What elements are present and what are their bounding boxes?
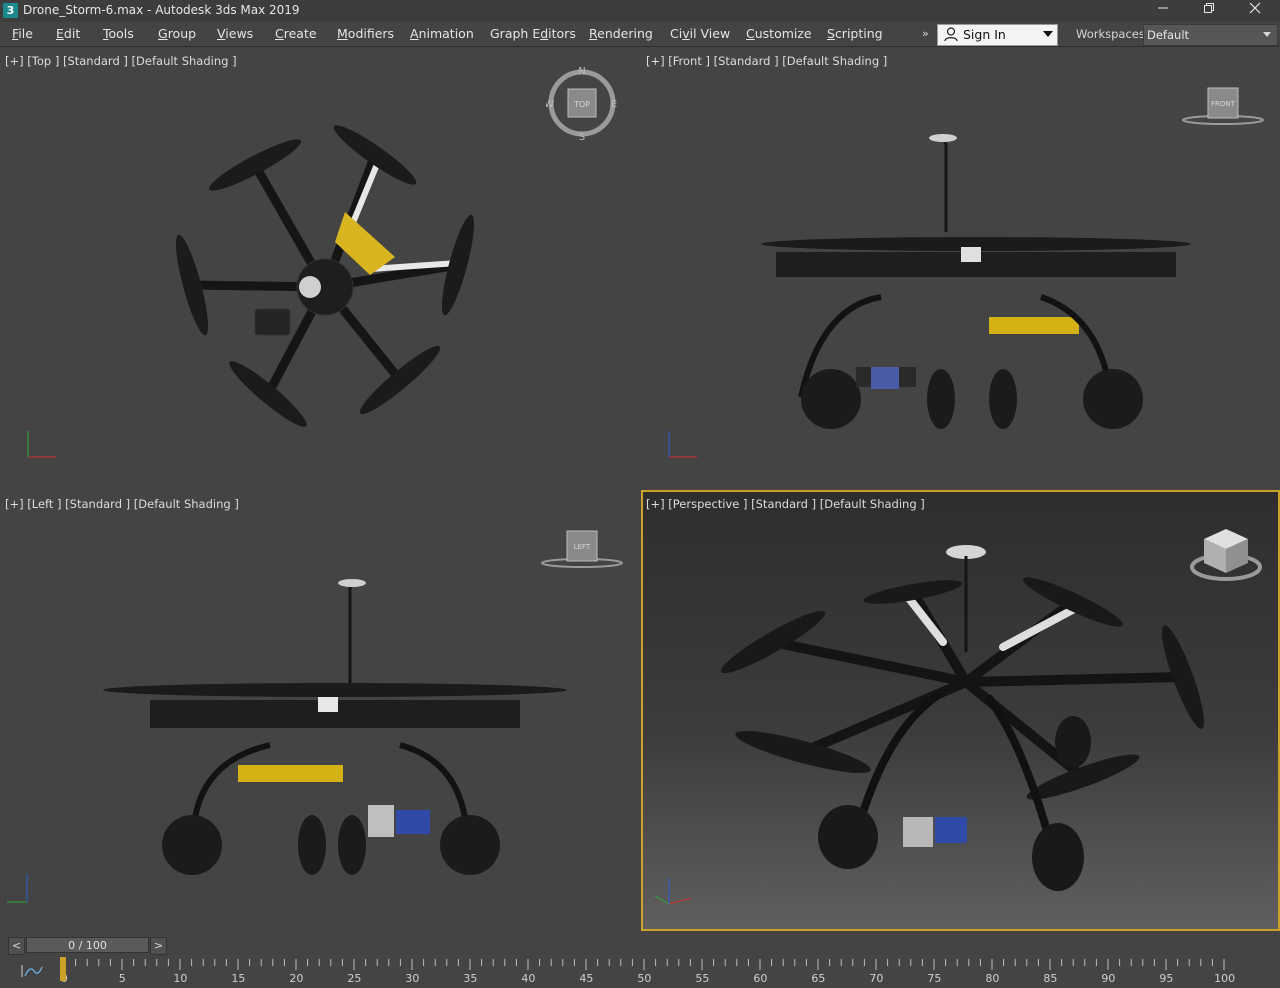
chevron-down-icon	[1043, 31, 1053, 37]
viewcube-compass[interactable]: TOP N S E W	[544, 65, 618, 147]
viewcube-face-label: LEFT	[574, 543, 591, 551]
app-icon: 3	[3, 3, 18, 18]
frame-tick-label: 10	[173, 972, 188, 985]
frame-tick-label: 75	[927, 972, 942, 985]
viewcube[interactable]: LEFT	[540, 530, 624, 574]
viewport-left[interactable]: [+] [Left ] [Standard ] [Default Shading…	[0, 490, 638, 931]
prev-frame-button[interactable]: <	[8, 937, 25, 955]
menu-overflow-icon[interactable]: »	[922, 27, 929, 40]
frame-tick-label: 5	[118, 972, 126, 985]
time-slider[interactable]: 0 / 100	[26, 937, 149, 953]
viewport-top[interactable]: [+] [Top ] [Standard ] [Default Shading …	[0, 47, 638, 487]
frame-tick-label: 80	[985, 972, 1000, 985]
axis-tripod-icon	[651, 872, 695, 916]
compass-s: S	[579, 132, 585, 143]
compass-e: E	[611, 99, 617, 110]
menu-edit[interactable]: Edit	[56, 26, 80, 41]
viewport-perspective[interactable]: [+] [Perspective ] [Standard ] [Default …	[641, 490, 1280, 931]
curve-editor-icon[interactable]	[18, 963, 46, 979]
axis-tripod-icon	[663, 427, 703, 467]
minimize-icon[interactable]	[1140, 0, 1186, 22]
sign-in-dropdown[interactable]: Sign In	[937, 24, 1058, 46]
current-frame-marker[interactable]	[60, 957, 66, 981]
viewcube-3d[interactable]	[1188, 527, 1264, 589]
drone-top-view	[175, 125, 475, 427]
restore-icon[interactable]	[1186, 0, 1232, 22]
chevron-down-icon	[1263, 32, 1271, 37]
frame-tick-label: 40	[521, 972, 536, 985]
frame-tick-label: 65	[811, 972, 826, 985]
timeline-bar: < 0 / 100 > 0510152025303540455055606570…	[0, 933, 1280, 985]
frame-tick-label: 85	[1043, 972, 1058, 985]
menu-rendering[interactable]: Rendering	[589, 26, 653, 41]
viewport-front[interactable]: [+] [Front ] [Standard ] [Default Shadin…	[641, 47, 1280, 487]
drone-perspective-view	[720, 545, 1205, 891]
menu-customize[interactable]: Customize	[746, 26, 812, 41]
window-title: Drone_Storm-6.max - Autodesk 3ds Max 201…	[23, 3, 300, 17]
frame-tick-label: 35	[463, 972, 478, 985]
frame-tick-label: 100	[1214, 972, 1236, 985]
menu-views[interactable]: Views	[217, 26, 253, 41]
frame-tick-label: 70	[869, 972, 884, 985]
menu-civil-view[interactable]: Civil View	[670, 26, 730, 41]
frame-tick-label: 90	[1101, 972, 1116, 985]
menu-group[interactable]: Group	[158, 26, 196, 41]
frame-tick-label: 15	[231, 972, 246, 985]
menu-create[interactable]: Create	[275, 26, 317, 41]
frame-tick-label: 50	[637, 972, 652, 985]
workspaces-label: Workspaces:	[1076, 27, 1149, 41]
viewcube-face-label: TOP	[573, 100, 590, 109]
menu-scripting[interactable]: Scripting	[827, 26, 883, 41]
workspaces-value: Default	[1147, 28, 1190, 42]
compass-w: W	[546, 99, 554, 110]
close-icon[interactable]	[1232, 0, 1278, 22]
sign-in-label: Sign In	[963, 27, 1006, 42]
frame-tick-label: 25	[347, 972, 362, 985]
viewcube[interactable]: FRONT	[1181, 87, 1265, 131]
axis-tripod-icon	[2, 868, 42, 912]
frame-tick-label: 45	[579, 972, 594, 985]
title-bar: 3 Drone_Storm-6.max - Autodesk 3ds Max 2…	[0, 0, 1280, 22]
next-frame-button[interactable]: >	[150, 937, 167, 955]
frame-ruler[interactable]: 0510152025303540455055606570758085909510…	[56, 957, 1280, 985]
menu-modifiers[interactable]: Modifiers	[337, 26, 394, 41]
frame-tick-label: 95	[1159, 972, 1174, 985]
viewcube-face-label: FRONT	[1211, 100, 1236, 108]
menu-graph-editors[interactable]: Graph Editors	[490, 26, 576, 41]
frame-tick-label: 20	[289, 972, 304, 985]
user-icon	[944, 27, 958, 46]
menu-file[interactable]: File	[12, 26, 33, 41]
frame-tick-label: 30	[405, 972, 420, 985]
workspaces-select[interactable]: Default	[1143, 24, 1278, 46]
compass-n: N	[578, 66, 585, 77]
menu-animation[interactable]: Animation	[410, 26, 474, 41]
frame-tick-label: 55	[695, 972, 710, 985]
axis-tripod-icon	[22, 427, 62, 467]
frame-tick-label: 60	[753, 972, 768, 985]
menu-tools[interactable]: Tools	[103, 26, 134, 41]
